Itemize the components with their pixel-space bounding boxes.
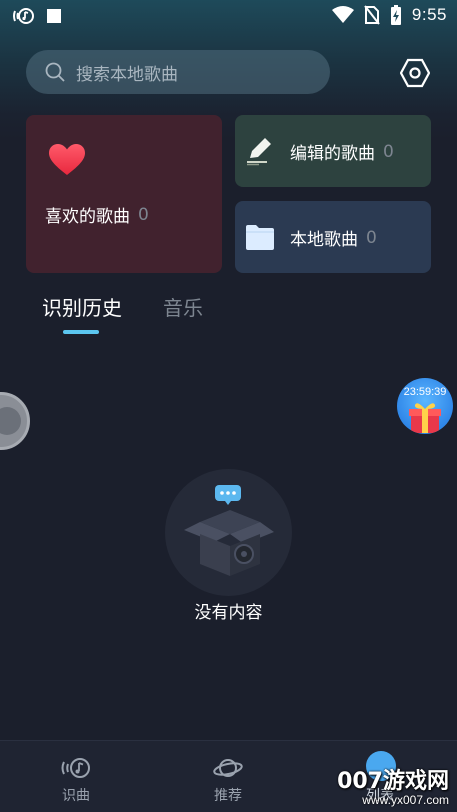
tab-music[interactable]: 音乐	[163, 292, 203, 321]
favorite-songs-label-row: 喜欢的歌曲 0	[45, 202, 149, 228]
empty-box-icon	[184, 485, 274, 576]
status-time: 9:55	[411, 5, 447, 24]
watermark: 007游戏网 www.yx007.com	[337, 763, 457, 812]
favorite-songs-label: 喜欢的歌曲	[45, 207, 130, 227]
settings-button[interactable]	[400, 58, 430, 88]
music-recognize-icon	[61, 758, 90, 778]
music-recognition-notification-icon	[13, 8, 34, 24]
tab-bar: 识别历史 音乐	[0, 290, 457, 340]
nav-label-recognize: 识曲	[62, 788, 90, 804]
nav-item-recommend[interactable]: 推荐	[152, 741, 304, 812]
search-icon	[45, 62, 65, 82]
gift-timer: 23:59:39	[403, 386, 447, 398]
local-songs-count: 0	[366, 227, 377, 248]
floating-music-ball[interactable]	[0, 392, 30, 450]
music-note-icon	[0, 407, 21, 435]
nav-label-recommend: 推荐	[214, 788, 242, 804]
gift-reward-button[interactable]: 23:59:39	[397, 378, 453, 434]
battery-charging-icon	[390, 5, 401, 25]
edited-songs-label-row: 编辑的歌曲 0	[290, 139, 394, 165]
status-bar-left	[12, 6, 62, 26]
heart-icon	[49, 144, 85, 175]
search-placeholder: 搜索本地歌曲	[76, 64, 178, 85]
pencil-icon	[247, 138, 271, 166]
watermark-title: 007游戏网	[337, 769, 449, 794]
edited-songs-label: 编辑的歌曲	[290, 144, 375, 164]
local-songs-label: 本地歌曲	[290, 230, 358, 250]
nav-item-recognize[interactable]: 识曲	[0, 741, 152, 812]
empty-state-text: 没有内容	[194, 603, 263, 623]
folder-icon	[246, 225, 274, 250]
edited-songs-count: 0	[383, 141, 394, 162]
gift-box-icon	[409, 403, 441, 433]
wifi-icon	[331, 6, 354, 23]
search-input[interactable]: 搜索本地歌曲	[26, 50, 330, 94]
status-bar-right: 9:55	[331, 4, 447, 26]
tab-indicator	[63, 330, 99, 334]
no-sim-icon	[364, 5, 380, 25]
planet-icon	[213, 759, 243, 777]
status-bar: 9:55	[0, 0, 457, 34]
tab-recognition-history[interactable]: 识别历史	[42, 292, 122, 321]
local-songs-label-row: 本地歌曲 0	[290, 225, 377, 251]
edited-songs-card[interactable]: 编辑的歌曲 0	[235, 115, 431, 187]
app-screen: 9:55 搜索本地歌曲 喜欢的歌曲 0 编辑的歌曲 0 本地歌曲 0 识别历史 …	[0, 0, 457, 812]
local-songs-card[interactable]: 本地歌曲 0	[235, 201, 431, 273]
square-notification-icon	[47, 9, 61, 23]
favorite-songs-card[interactable]: 喜欢的歌曲 0	[26, 115, 222, 273]
watermark-url: www.yx007.com	[362, 793, 449, 807]
favorite-songs-count: 0	[138, 204, 149, 225]
